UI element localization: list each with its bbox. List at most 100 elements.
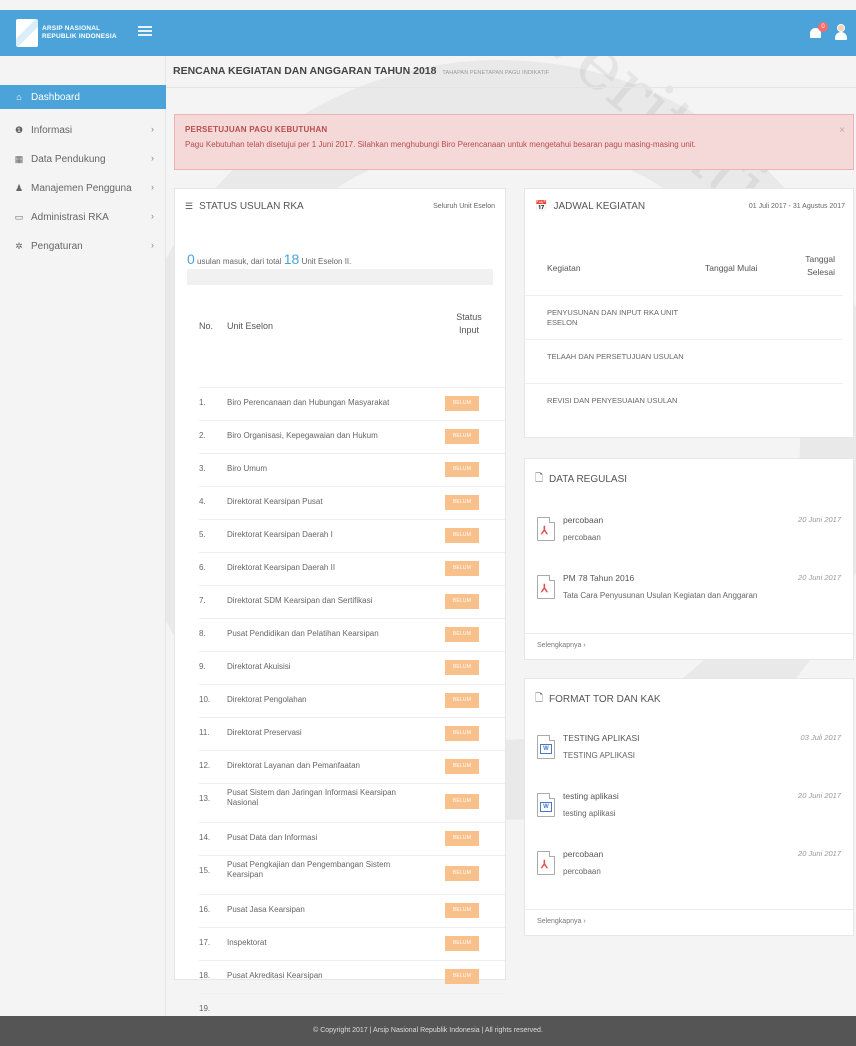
page-subtitle: TAHAPAN PENETAPAN PAGU INDIKATIF <box>442 70 550 76</box>
row-number: 14. <box>199 833 211 842</box>
tor-more-link[interactable]: Selengkapnya › <box>525 909 853 935</box>
col-tanggal-selesai: Tanggal Selesai <box>805 254 835 277</box>
chevron-right-icon: › <box>151 153 154 163</box>
unit-name: Pusat Pendidikan dan Pelatihan Kearsipan <box>227 629 379 638</box>
panel-title-text: STATUS USULAN RKA <box>199 201 304 212</box>
progress-text: 0 usulan masuk, dari total 18 Unit Eselo… <box>187 251 351 267</box>
sidebar-item-label: Pengaturan <box>31 240 83 252</box>
document-item[interactable]: ⅄ PM 78 Tahun 2016 Tata Cara Penyusunan Us… <box>525 567 851 619</box>
status-badge: BELUM <box>445 396 479 411</box>
top-navbar: ARSIP NASIONAL REPUBLIK INDONESIA 0 <box>0 10 856 56</box>
word-icon: W <box>537 793 555 817</box>
panel-title-text: JADWAL KEGIATAN <box>553 201 646 212</box>
close-icon[interactable]: × <box>839 125 845 136</box>
status-badge: BELUM <box>445 831 479 846</box>
document-title[interactable]: PM 78 Tahun 2016 <box>563 573 634 583</box>
document-title[interactable]: testing aplikasi <box>563 791 619 801</box>
app-logo[interactable]: ARSIP NASIONAL REPUBLIK INDONESIA <box>16 16 126 50</box>
document-description: Tata Cara Penyusunan Usulan Kegiatan dan… <box>563 591 758 600</box>
document-title[interactable]: percobaan <box>563 849 603 859</box>
document-item[interactable]: Wtesting aplikasi testing aplikasi 20 Juni… <box>525 785 851 837</box>
word-icon: W <box>537 735 555 759</box>
panel-title: ☰ STATUS USULAN RKA <box>185 201 304 212</box>
row-number: 10. <box>199 695 211 704</box>
notification-badge: 0 <box>818 22 828 32</box>
schedule-name: REVISI DAN PENYESUAIAN USULAN <box>547 396 678 405</box>
document-item[interactable]: ⅄ percobaan percobaan 20 Juni 2017 <box>525 843 851 895</box>
document-title[interactable]: TESTING APLIKASI <box>563 733 640 743</box>
table-row: 5. Direktorat Kearsipan Daerah I BELUM <box>199 519 505 549</box>
file-icon: 🗋 <box>535 473 544 484</box>
table-row: 17. Inspektorat BELUM <box>199 927 505 957</box>
status-badge: BELUM <box>445 969 479 984</box>
row-number: 7. <box>199 596 206 605</box>
status-badge: BELUM <box>445 936 479 951</box>
alert-pagu-kebutuhan: PERSETUJUAN PAGU KEBUTUHAN Pagu Kebutuha… <box>174 114 854 170</box>
pdf-icon: ⅄ <box>537 575 555 599</box>
page-title-text: RENCANA KEGIATAN DAN ANGGARAN TAHUN 2018 <box>173 65 437 77</box>
sidebar-item-administrasi-rka[interactable]: ▭ Administrasi RKA › <box>0 205 166 229</box>
panel-title: 📅 JADWAL KEGIATAN <box>535 201 645 212</box>
row-number: 19. <box>199 1004 211 1013</box>
unit-name: Biro Umum <box>227 464 268 473</box>
sidebar-item-pengaturan[interactable]: ✲ Pengaturan › <box>0 234 166 258</box>
regulasi-more-link[interactable]: Selengkapnya › <box>525 633 853 659</box>
document-item[interactable]: ⅄ percobaan percobaan 20 Juni 2017 <box>525 509 851 561</box>
scope-label: Seluruh Unit Eselon <box>433 203 495 210</box>
unit-name: Pusat Sistem dan Jaringan Informasi Kear… <box>227 788 396 807</box>
chevron-right-icon: › <box>151 124 154 134</box>
status-badge: BELUM <box>445 726 479 741</box>
menu-toggle-icon[interactable] <box>138 24 152 38</box>
sidebar-item-manajemen-pengguna[interactable]: ♟ Manajemen Pengguna › <box>0 176 166 200</box>
unit-name: Direktorat Kearsipan Pusat <box>227 497 323 506</box>
panel-title: 🗋 FORMAT TOR DAN KAK <box>535 691 661 708</box>
status-badge: BELUM <box>445 759 479 774</box>
table-row: 15. Pusat Pengkajian dan Pengembangan Sis… <box>199 855 505 891</box>
sidebar: ⌂ Dashboard ❶ Informasi › ▦ Data Penduku… <box>0 56 166 1016</box>
table-row: 10. Direktorat Pengolahan BELUM <box>199 684 505 714</box>
notification-bell-icon[interactable]: 0 <box>808 22 828 42</box>
table-row: 14. Pusat Data dan Informasi BELUM <box>199 822 505 852</box>
unit-name: Pusat Pengkajian dan Pengembangan Sistem… <box>227 860 391 879</box>
schedule-row: TELAAH DAN PERSETUJUAN USULAN <box>525 339 843 383</box>
pdf-icon: ⅄ <box>537 851 555 875</box>
row-number: 11. <box>199 728 210 737</box>
table-row: 6. Direktorat Kearsipan Daerah II BELUM <box>199 552 505 582</box>
document-date: 20 Juni 2017 <box>798 573 841 582</box>
document-item[interactable]: W TESTING APLIKASI TESTING APLIKASI 03 Juli… <box>525 727 851 779</box>
status-badge: BELUM <box>445 660 479 675</box>
sidebar-item-data-pendukung[interactable]: ▦ Data Pendukung › <box>0 147 166 171</box>
table-row: 2. Biro Organisasi, Kepegawaian dan Hukum… <box>199 420 505 450</box>
data-regulasi-panel: 🗋 DATA REGULASI ⅄ percobaan percobaan 20 Ju… <box>524 458 854 660</box>
col-tanggal-mulai: Tanggal Mulai <box>705 263 758 273</box>
table-row: 12. Direktorat Layanan dan Pemanfaatan BEL… <box>199 750 505 780</box>
sidebar-item-informasi[interactable]: ❶ Informasi › <box>0 118 166 142</box>
info-icon: ❶ <box>14 124 24 135</box>
footer: © Copyright 2017 | Arsip Nasional Republ… <box>0 1016 856 1046</box>
row-number: 2. <box>199 431 206 440</box>
table-row: 7. Direktorat SDM Kearsipan dan Sertifika… <box>199 585 505 615</box>
table-row: 9. Direktorat Akuisisi BELUM <box>199 651 505 681</box>
row-number: 6. <box>199 563 206 572</box>
sidebar-item-dashboard[interactable]: ⌂ Dashboard <box>0 85 166 109</box>
unit-name: Direktorat Akuisisi <box>227 662 291 671</box>
row-number: 15. <box>199 866 211 875</box>
table-row: 11. Direktorat Preservasi BELUM <box>199 717 505 747</box>
row-number: 9. <box>199 662 206 671</box>
table-row: 16. Pusat Jasa Kearsipan BELUM <box>199 894 505 924</box>
progress-bar <box>187 269 493 285</box>
folder-icon: ▭ <box>14 211 24 222</box>
schedule-range: 01 Juli 2017 - 31 Agustus 2017 <box>748 203 845 210</box>
unit-name: Biro Perencanaan dan Hubungan Masyarakat <box>227 398 390 407</box>
table-row: 3. Biro Umum BELUM <box>199 453 505 483</box>
file-icon: 🗋 <box>535 693 544 704</box>
row-number: 13. <box>199 794 211 803</box>
document-date: 20 Juni 2017 <box>798 515 841 524</box>
col-no: No. <box>199 321 214 331</box>
unit-name: Biro Organisasi, Kepegawaian dan Hukum <box>227 431 378 440</box>
document-title[interactable]: percobaan <box>563 515 603 525</box>
submitted-count: 0 <box>187 251 195 267</box>
table-header: No. Unit Eselon Status Input <box>199 303 499 343</box>
user-avatar-icon[interactable] <box>834 22 848 42</box>
page-title: RENCANA KEGIATAN DAN ANGGARAN TAHUN 2018… <box>173 65 549 77</box>
